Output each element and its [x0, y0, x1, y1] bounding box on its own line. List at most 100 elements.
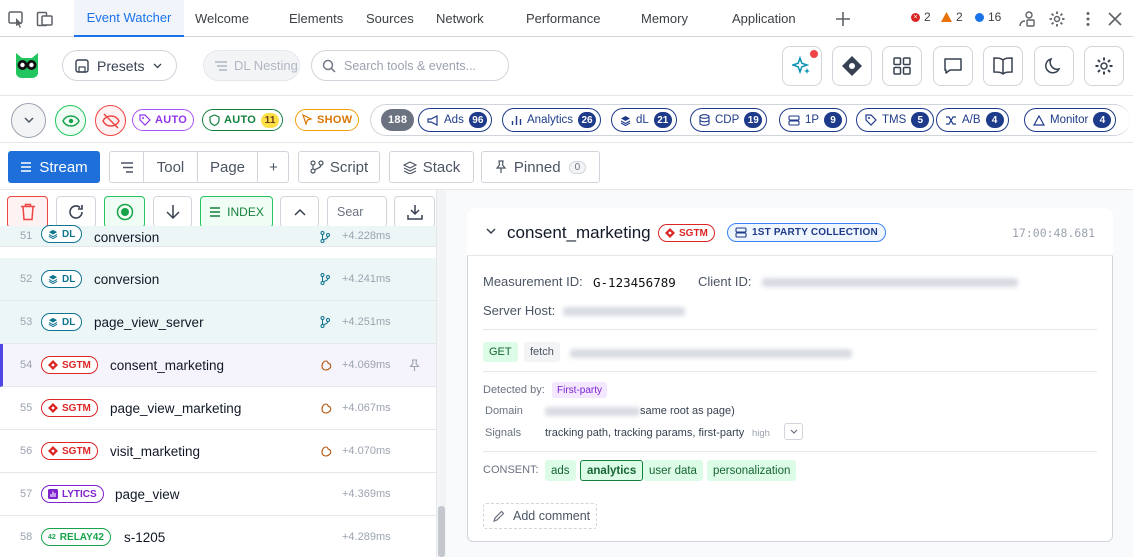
layers-icon [620, 115, 631, 126]
eye-off-icon [101, 112, 120, 129]
search-tools-events[interactable]: Search tools & events... [311, 50, 509, 81]
scrollbar-track[interactable] [436, 190, 446, 557]
tab-sources[interactable]: Sources [366, 0, 414, 37]
client-id-redacted [762, 278, 1018, 287]
warning-count[interactable]: 2 [941, 10, 963, 24]
message-count[interactable]: 16 [975, 10, 1001, 24]
tag-icon [865, 114, 877, 126]
nesting-icon [215, 60, 227, 71]
layers-icon [402, 160, 417, 174]
layers-icon [48, 317, 58, 327]
script-view-button[interactable]: Script [298, 151, 380, 183]
list-item[interactable]: 52 DL conversion +4.241ms [0, 258, 436, 301]
list-item[interactable]: 53 DL page_view_server +4.251ms [0, 301, 436, 344]
tab-network[interactable]: Network [436, 0, 484, 37]
consent-analytics: analytics [580, 460, 644, 481]
sgtm-badge: SGTM [658, 224, 715, 242]
list-item[interactable]: 58 42 RELAY42 s-1205 +4.289ms [0, 516, 436, 557]
total-count-badge[interactable]: 188 [381, 109, 415, 131]
event-timestamp: 17:00:48.681 [1012, 226, 1096, 240]
scrollbar-thumb[interactable] [438, 506, 445, 557]
gear-icon [1095, 57, 1113, 75]
more-tabs-plus-icon[interactable] [833, 9, 853, 29]
script-branch-icon [320, 316, 330, 328]
dl-nesting-toggle[interactable]: DL Nesting [203, 50, 300, 81]
inspect-element-icon[interactable] [6, 9, 26, 29]
category-datalayer[interactable]: dL 21 [611, 108, 677, 132]
transport-badge: fetch [524, 342, 560, 362]
devtools-tabbar: Event Watcher Welcome Elements Sources N… [0, 0, 1133, 37]
shield-icon [209, 114, 220, 126]
category-monitor[interactable]: Monitor 4 [1024, 108, 1117, 132]
gtm-diamond-icon [48, 360, 58, 370]
category-first-party[interactable]: 1P 9 [779, 108, 848, 132]
category-cdp[interactable]: CDP 19 [690, 108, 768, 132]
list-item[interactable]: 51 DL conversion +4.228ms [0, 225, 436, 247]
tab-elements[interactable]: Elements [289, 0, 343, 37]
chevron-down-icon[interactable] [486, 228, 496, 235]
dl-badge: DL [41, 313, 83, 331]
hide-toggle[interactable] [95, 105, 126, 136]
customize-devtools-icon[interactable] [1017, 9, 1037, 29]
add-group-button[interactable]: + [258, 151, 289, 183]
consent-hand-icon [320, 359, 332, 371]
auto-shield-filter[interactable]: AUTO 11 [202, 109, 284, 131]
group-by-page[interactable]: Page [198, 151, 258, 183]
tab-application[interactable]: Application [732, 0, 796, 37]
group-by-tool[interactable]: Tool [144, 151, 198, 183]
divider [483, 329, 1097, 330]
tab-performance[interactable]: Performance [526, 0, 600, 37]
warning-icon [941, 12, 952, 22]
stack-view-button[interactable]: Stack [389, 151, 474, 183]
gtm-button[interactable] [832, 46, 872, 86]
presets-button[interactable]: Presets [62, 50, 177, 81]
list-item[interactable]: 55 SGTM page_view_marketing +4.067ms [0, 387, 436, 430]
owl-logo [12, 50, 42, 80]
pin-event-icon[interactable] [409, 358, 420, 372]
feedback-button[interactable] [933, 46, 973, 86]
tab-event-watcher[interactable]: Event Watcher [74, 0, 184, 37]
group-by-menu[interactable] [110, 151, 144, 183]
bar-chart-icon [511, 115, 522, 125]
http-method-badge: GET [483, 342, 518, 362]
warning-triangle-icon [1033, 114, 1045, 126]
grid-view-button[interactable] [882, 46, 922, 86]
list-item[interactable]: 56 SGTM visit_marketing +4.070ms [0, 430, 436, 473]
client-id-label: Client ID: [698, 274, 752, 289]
server-icon [735, 227, 747, 238]
category-analytics[interactable]: Analytics 26 [502, 108, 602, 132]
list-item-selected[interactable]: 54 SGTM consent_marketing +4.069ms [0, 344, 436, 387]
show-filter[interactable]: SHOW [295, 109, 360, 131]
dl-badge: DL [41, 270, 83, 288]
collapse-button[interactable] [11, 103, 46, 138]
category-ads[interactable]: Ads 96 [418, 108, 492, 132]
more-options-icon[interactable] [1078, 9, 1098, 29]
docs-button[interactable] [983, 46, 1023, 86]
visibility-toggle[interactable] [55, 105, 86, 136]
detected-by-label: Detected by: [483, 384, 545, 396]
divider [0, 95, 1133, 96]
server-icon [788, 114, 800, 126]
expand-signals-button[interactable] [784, 423, 803, 440]
database-icon [699, 114, 710, 126]
ai-assistant-button[interactable] [782, 46, 822, 86]
device-toolbar-icon[interactable] [35, 9, 55, 29]
tab-memory[interactable]: Memory [641, 0, 688, 37]
sparkles-icon [792, 56, 810, 75]
gtm-diamond-icon [48, 403, 58, 413]
category-ab-testing[interactable]: A/B 4 [936, 108, 1009, 132]
signals-value: tracking path, tracking params, first-pa… [545, 427, 745, 439]
auto-tag-filter[interactable]: AUTO [132, 109, 195, 131]
settings-gear-icon[interactable] [1047, 9, 1067, 29]
tab-welcome[interactable]: Welcome [195, 0, 249, 37]
stream-view-button[interactable]: Stream [8, 151, 100, 183]
category-tms[interactable]: TMS 5 [856, 108, 935, 132]
add-comment-button[interactable]: Add comment [483, 503, 597, 529]
pinned-view-button[interactable]: Pinned 0 [481, 151, 600, 183]
list-item[interactable]: 57 LYTICS page_view +4.369ms [0, 473, 436, 516]
close-devtools-icon[interactable] [1105, 9, 1125, 29]
chevron-down-icon [790, 429, 797, 434]
extension-settings-button[interactable] [1084, 46, 1124, 86]
dark-mode-button[interactable] [1034, 46, 1074, 86]
error-count[interactable]: × 2 [911, 10, 931, 24]
